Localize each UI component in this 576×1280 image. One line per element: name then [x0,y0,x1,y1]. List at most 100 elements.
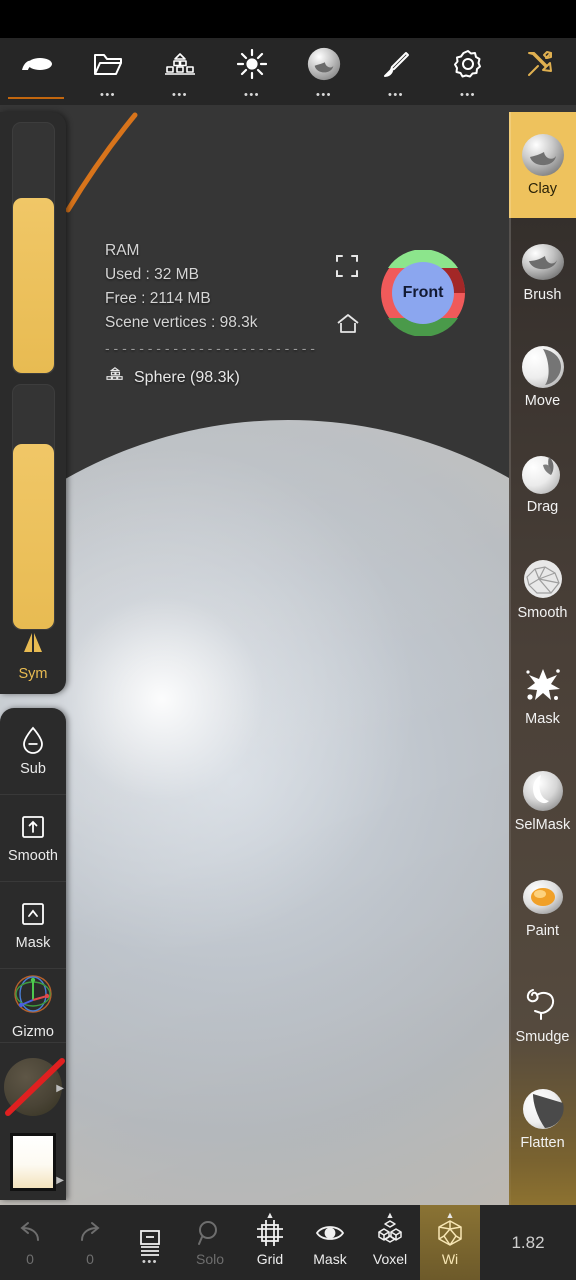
left-panel-item-mask[interactable]: Mask [0,882,66,969]
solo-button[interactable]: Solo [180,1205,240,1280]
layers-more-dots[interactable]: ••• [142,1256,158,1268]
left-panel-item-sub[interactable]: Sub [0,708,66,795]
brush-item-flatten[interactable]: Flatten [509,1066,576,1172]
folder-icon [91,47,125,81]
topbar-item-files[interactable]: ••• [72,38,144,105]
topbar-item-sculpt[interactable] [0,38,72,105]
navigation-gizmo[interactable]: Front [380,249,466,337]
voxel-button[interactable]: ▲ Voxel [360,1205,420,1280]
undo-icon [16,1218,44,1248]
ram-used-value: 32 MB [154,266,199,283]
ram-title: RAM [105,242,140,259]
topbar-item-material[interactable]: ••• [288,38,360,105]
flatten-brush-icon [521,1087,565,1131]
symmetry-icon [18,630,48,661]
topbar-topology-more-dots[interactable]: ••• [172,90,188,101]
solo-label: Solo [195,1251,225,1267]
eye-icon [315,1218,345,1248]
topbar-paint-more-dots[interactable]: ••• [388,90,404,101]
mask-visibility-button[interactable]: Mask [300,1205,360,1280]
square-caret-up-icon [19,899,47,929]
brush-radius-slider[interactable] [12,122,55,374]
brush-intensity-slider-fill [13,443,54,629]
grid-button[interactable]: ▲ Grid [240,1205,300,1280]
layers-button[interactable]: ••• [120,1205,180,1280]
left-panel-item-smooth[interactable]: Smooth [0,795,66,882]
symmetry-button[interactable]: Sym [0,630,66,682]
topbar-item-paint[interactable]: ••• [360,38,432,105]
brush-radius-slider-fill [13,198,54,373]
paint-brush-icon [521,875,565,919]
brush-item-move[interactable]: Move [509,324,576,430]
active-object-row[interactable]: Sphere (98.3k) [105,366,315,390]
brush-item-drag[interactable]: Drag [509,430,576,536]
voxel-caret-icon[interactable]: ▲ [386,1211,395,1220]
color-expand-arrow-icon[interactable]: ▶ [56,1175,64,1186]
smudge-hand-icon [521,981,565,1025]
brush-item-brush[interactable]: Brush [509,218,576,324]
wireframe-caret-icon[interactable]: ▲ [446,1211,455,1220]
color-swatch-chip [10,1133,56,1191]
topbar-settings-more-dots[interactable]: ••• [460,90,476,101]
scene-vertices-value: 98.3k [219,314,258,331]
ram-free-value: 2114 MB [149,290,211,307]
topbar-item-settings[interactable]: ••• [432,38,504,105]
top-toolbar: ••• ••• ••• ••• ••• ••• [0,38,576,105]
ram-used-row: Used : 32 MB [105,263,315,287]
stack-layers-icon [163,47,197,81]
brush-item-mask[interactable]: Mask [509,642,576,748]
voxel-label: Voxel [372,1251,408,1267]
topbar-files-more-dots[interactable]: ••• [100,90,116,101]
brush-list-panel: Clay Brush Move Drag Smooth Mask SelMask… [509,112,576,1205]
brush-intensity-slider[interactable] [12,384,55,630]
scene-vertices-label: Scene vertices : [105,314,216,331]
fullscreen-icon[interactable] [334,253,362,281]
topbar-material-more-dots[interactable]: ••• [316,90,332,101]
topbar-item-lighting[interactable]: ••• [216,38,288,105]
ram-used-label: Used : [105,266,150,283]
gear-icon [451,47,485,81]
viewport-icon-group [334,253,362,339]
material-expand-arrow-icon[interactable]: ▶ [56,1083,64,1094]
brush-label-smudge: Smudge [515,1029,570,1045]
brush-item-clay[interactable]: Clay [509,112,576,218]
brush-item-smooth[interactable]: Smooth [509,536,576,642]
grid-caret-icon[interactable]: ▲ [266,1211,275,1220]
brush-item-selmask[interactable]: SelMask [509,748,576,854]
clay-brush-icon [521,133,565,177]
topbar-lighting-more-dots[interactable]: ••• [244,90,260,101]
brush-label-smooth: Smooth [517,605,568,621]
brush-item-smudge[interactable]: Smudge [509,960,576,1066]
brush-stroke-curve [65,112,138,213]
bottom-toolbar: 0 0 ••• Solo ▲ Grid Mask ▲ Voxel ▲ Wi 1.… [0,1205,576,1280]
ram-free-label: Free : [105,290,146,307]
redo-count: 0 [86,1251,94,1267]
gizmo-axis-icon [11,972,55,1021]
brush-icon [521,239,565,283]
smooth-brush-icon [521,557,565,601]
magnifier-icon [197,1218,223,1248]
symmetry-label: Sym [18,666,48,682]
color-swatch[interactable]: ▶ [0,1131,66,1193]
home-icon[interactable] [334,311,362,339]
material-swatch[interactable]: ▶ [0,1043,66,1131]
topbar-active-underline [8,97,64,99]
sculpt-sphere-mesh[interactable] [0,420,576,1205]
wireframe-button[interactable]: ▲ Wi [420,1205,480,1280]
wireframe-icon [436,1218,464,1248]
redo-icon [76,1218,104,1248]
brush-label-clay: Clay [527,181,557,197]
brush-label-selmask: SelMask [514,817,571,833]
brush-label-brush: Brush [523,287,562,303]
left-panel-item-gizmo[interactable]: Gizmo [0,969,66,1043]
undo-button[interactable]: 0 [0,1205,60,1280]
mask-splat-icon [521,663,565,707]
topbar-item-topology[interactable]: ••• [144,38,216,105]
topbar-item-tools[interactable] [504,38,576,105]
brush-item-paint[interactable]: Paint [509,854,576,960]
nav-gizmo-label: Front [402,284,444,301]
redo-button[interactable]: 0 [60,1205,120,1280]
undo-count: 0 [26,1251,34,1267]
viewport-3d[interactable]: RAM Used : 32 MB Free : 2114 MB Scene ve… [0,105,576,1205]
wireframe-label: Wi [441,1251,459,1267]
